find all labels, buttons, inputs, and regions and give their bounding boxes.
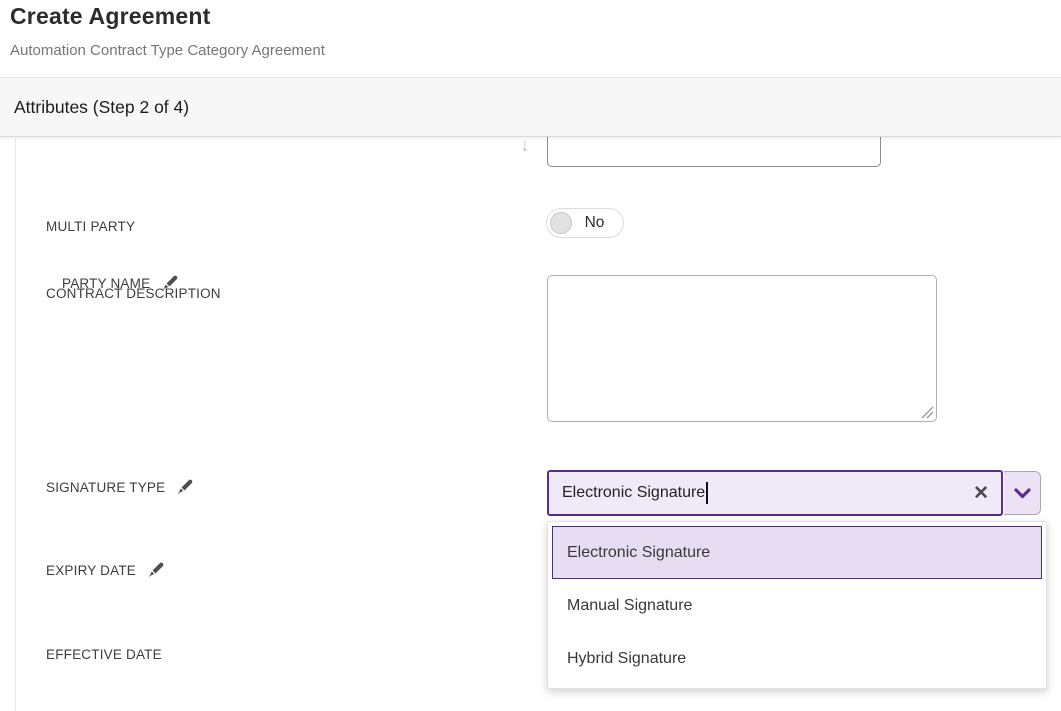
- page-title: Create Agreement: [10, 3, 210, 30]
- expiry-date-label: EXPIRY DATE: [46, 563, 136, 578]
- expiry-date-label-row: EXPIRY DATE: [46, 561, 165, 580]
- effective-date-label-row: EFFECTIVE DATE: [46, 647, 162, 662]
- effective-date-label: EFFECTIVE DATE: [46, 647, 162, 662]
- create-agreement-page: Create Agreement Automation Contract Typ…: [0, 0, 1061, 711]
- clear-x-icon[interactable]: ✕: [973, 484, 989, 503]
- toggle-state-label: No: [572, 214, 623, 232]
- signature-type-input[interactable]: Electronic Signature ✕: [547, 470, 1003, 516]
- edit-pen-icon[interactable]: [146, 561, 165, 580]
- contract-description-label: CONTRACT DESCRIPTION: [46, 286, 221, 301]
- chevron-down-icon: [1014, 488, 1031, 499]
- contract-description-label-row: CONTRACT DESCRIPTION: [46, 286, 221, 301]
- signature-type-label-row: SIGNATURE TYPE: [46, 478, 194, 497]
- dropdown-option-manual-signature[interactable]: Manual Signature: [552, 579, 1042, 632]
- dropdown-toggle-button[interactable]: [1004, 471, 1041, 515]
- edit-pen-icon[interactable]: [175, 478, 194, 497]
- dropdown-option-electronic-signature[interactable]: Electronic Signature: [552, 526, 1042, 579]
- page-subtitle: Automation Contract Type Category Agreem…: [10, 42, 325, 59]
- toggle-knob: [550, 212, 572, 234]
- signature-type-dropdown: Electronic Signature Manual Signature Hy…: [547, 521, 1047, 689]
- down-arrow-icon: ↓: [520, 135, 530, 157]
- multi-party-toggle[interactable]: No: [546, 208, 624, 238]
- text-cursor: [706, 482, 708, 504]
- dropdown-option-hybrid-signature[interactable]: Hybrid Signature: [552, 632, 1042, 685]
- multi-party-label: MULTI PARTY: [46, 219, 135, 234]
- section-title: Attributes (Step 2 of 4): [14, 97, 189, 118]
- multi-party-label-row: MULTI PARTY: [46, 219, 135, 234]
- section-header: Attributes (Step 2 of 4): [0, 77, 1061, 137]
- contract-description-textarea[interactable]: [547, 275, 937, 422]
- signature-type-label: SIGNATURE TYPE: [46, 480, 165, 495]
- signature-type-value: Electronic Signature: [562, 484, 705, 502]
